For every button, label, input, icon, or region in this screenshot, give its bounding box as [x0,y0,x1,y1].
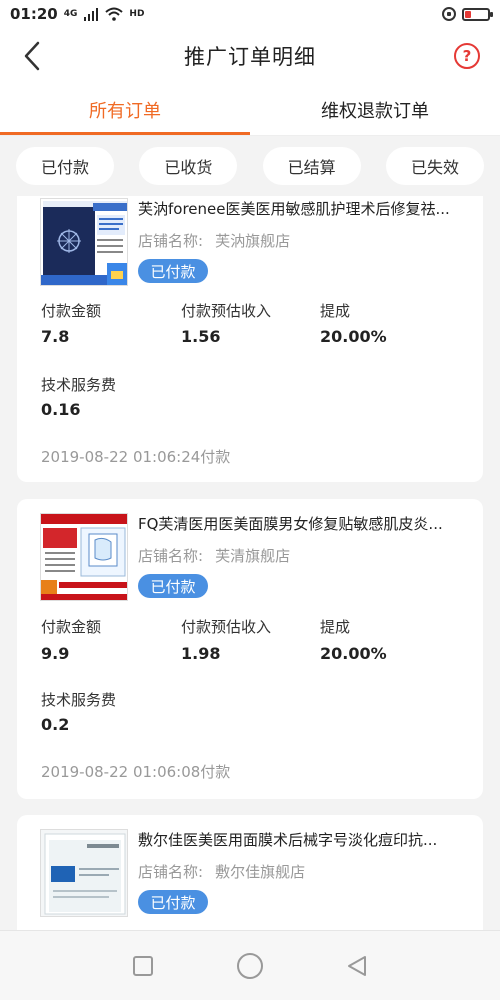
shop-name: 芙清旗舰店 [215,547,291,565]
service-fee-label: 技术服务费 [41,376,117,394]
shop-label: 店铺名称: [138,232,204,250]
order-card[interactable]: FQ芙清医用医美面膜男女修复贴敏感肌皮炎... 店铺名称: 芙清旗舰店 已付款 付… [17,499,483,799]
shop-label: 店铺名称: [138,863,204,881]
order-tabs: 所有订单 维权退款订单 [0,84,500,136]
tab-all-orders[interactable]: 所有订单 [0,84,250,135]
product-thumbnail [40,829,128,917]
filter-expired-chip[interactable]: 已失效 [385,147,484,185]
commission-value: 20.00% [320,644,387,663]
status-badge: 已付款 [138,574,208,598]
shop-label: 店铺名称: [138,547,204,565]
product-thumbnail [40,513,128,601]
triangle-back-icon [347,955,366,976]
status-time: 01:20 [10,5,58,23]
filter-settled-chip[interactable]: 已结算 [262,147,361,185]
status-bar: 01:20 4G HD [0,0,500,28]
shop-info: 店铺名称: 敷尔佳旗舰店 [138,861,305,882]
tab-refund-orders[interactable]: 维权退款订单 [250,84,500,135]
product-title: 敷尔佳医美医用面膜术后械字号淡化痘印抗... [138,831,438,849]
shop-info: 店铺名称: 芙汭旗舰店 [138,230,290,251]
commission-label: 提成 [320,302,351,320]
nav-bar: 推广订单明细 ? [0,28,500,84]
back-button[interactable] [14,38,50,74]
pay-amount-label: 付款金额 [41,618,102,636]
service-fee-value: 0.16 [41,400,81,419]
commission-value: 20.00% [320,327,387,346]
product-title: 芙汭forenee医美医用敏感肌护理术后修复祛... [138,200,450,218]
payment-timestamp: 2019-08-22 01:06:08付款 [41,763,231,781]
estimated-income-value: 1.98 [181,644,221,663]
rotation-lock-icon [442,7,456,21]
status-filter-row: 已付款 已收货 已结算 已失效 [0,136,500,196]
payment-timestamp: 2019-08-22 01:06:24付款 [41,448,231,466]
square-icon [133,955,154,976]
recent-apps-button[interactable] [123,946,163,986]
order-list: 芙汭forenee医美医用敏感肌护理术后修复祛... 店铺名称: 芙汭旗舰店 已付… [0,196,500,930]
page-title: 推广订单明细 [184,45,316,69]
commission-label: 提成 [320,618,351,636]
wifi-icon [105,7,124,21]
service-fee-label: 技术服务费 [41,691,117,709]
chevron-left-icon [24,41,40,71]
estimated-income-value: 1.56 [181,327,221,346]
pay-amount-label: 付款金额 [41,302,102,320]
hd-badge: HD [129,9,145,19]
order-card[interactable]: 芙汭forenee医美医用敏感肌护理术后修复祛... 店铺名称: 芙汭旗舰店 已付… [17,196,483,482]
signal-icon [84,8,99,21]
battery-icon [462,7,493,21]
product-title: FQ芙清医用医美面膜男女修复贴敏感肌皮炎... [138,515,443,533]
system-nav-bar [0,930,500,1000]
help-button[interactable]: ? [454,43,480,69]
network-badge: 4G [63,9,78,19]
circle-icon [236,952,263,979]
back-nav-button[interactable] [337,946,377,986]
filter-received-chip[interactable]: 已收货 [139,147,238,185]
filter-paid-chip[interactable]: 已付款 [16,147,114,185]
order-card[interactable]: 敷尔佳医美医用面膜术后械字号淡化痘印抗... 店铺名称: 敷尔佳旗舰店 已付款 [17,815,483,930]
shop-info: 店铺名称: 芙清旗舰店 [138,545,290,566]
estimated-income-label: 付款预估收入 [181,618,272,636]
status-badge: 已付款 [138,259,208,283]
status-badge: 已付款 [138,890,208,914]
home-button[interactable] [230,946,270,986]
pay-amount-value: 9.9 [41,644,70,663]
shop-name: 敷尔佳旗舰店 [215,863,306,881]
service-fee-value: 0.2 [41,715,70,734]
product-thumbnail [40,198,128,286]
pay-amount-value: 7.8 [41,327,70,346]
estimated-income-label: 付款预估收入 [181,302,272,320]
shop-name: 芙汭旗舰店 [215,232,291,250]
